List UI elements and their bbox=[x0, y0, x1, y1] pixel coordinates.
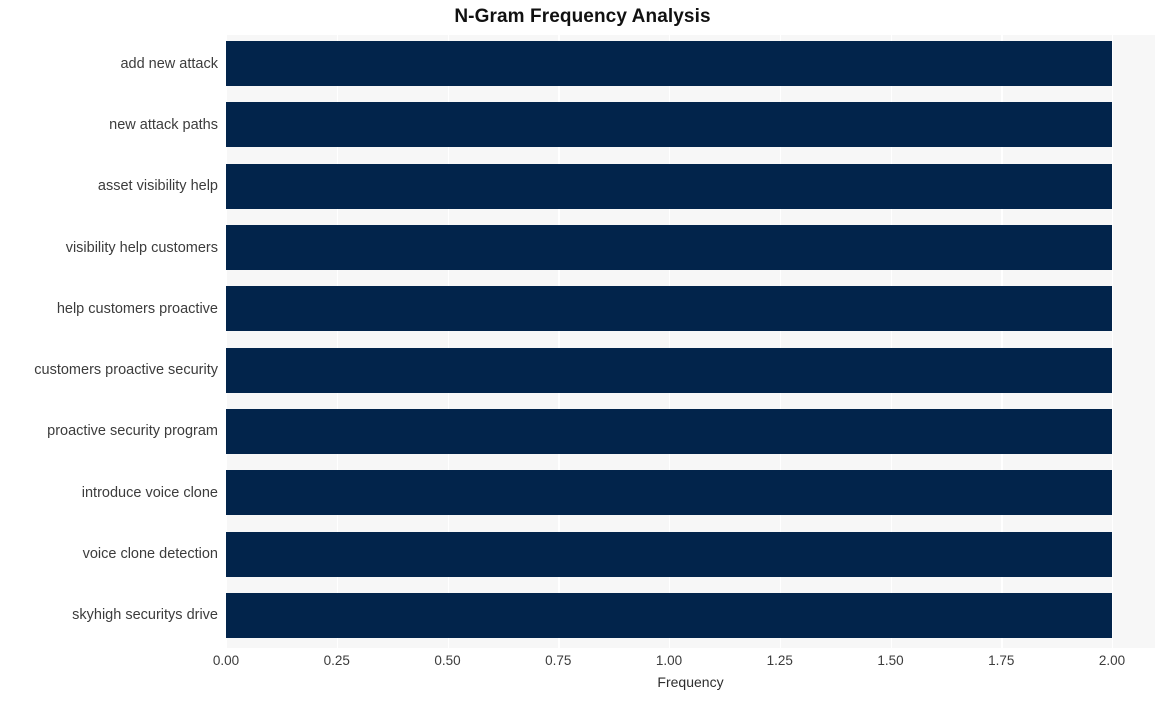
bar bbox=[226, 286, 1112, 332]
x-axis-tick-label: 2.00 bbox=[1098, 653, 1126, 668]
x-axis-tick-label: 0.25 bbox=[323, 653, 350, 668]
bar bbox=[226, 163, 1112, 209]
y-axis-tick-label: help customers proactive bbox=[56, 300, 218, 317]
bars-layer bbox=[226, 35, 1155, 648]
bar bbox=[226, 531, 1112, 577]
bar bbox=[226, 41, 1112, 87]
plot-area bbox=[226, 35, 1155, 648]
y-axis-tick-label: customers proactive security bbox=[34, 362, 218, 379]
bar bbox=[226, 347, 1112, 393]
x-axis-tick-label: 1.25 bbox=[766, 653, 793, 668]
bar bbox=[226, 592, 1112, 638]
x-axis-tick-label: 0.75 bbox=[545, 653, 572, 668]
y-axis-tick-label: skyhigh securitys drive bbox=[72, 607, 218, 624]
bar bbox=[226, 102, 1112, 148]
x-axis-tick-label: 1.00 bbox=[655, 653, 683, 668]
y-axis-tick-label: introduce voice clone bbox=[81, 484, 218, 501]
x-axis-tick-labels: 0.00 0.25 0.50 0.75 1.00 1.25 1.50 1.75 2.00 bbox=[0, 653, 1165, 675]
x-axis-tick-label: 1.75 bbox=[988, 653, 1015, 668]
bar bbox=[226, 408, 1112, 454]
y-axis-tick-label: proactive security program bbox=[47, 423, 218, 440]
y-axis-tick-label: add new attack bbox=[120, 55, 218, 72]
y-axis-tick-labels: add new attack new attack paths asset visi… bbox=[0, 35, 218, 648]
bar bbox=[226, 470, 1112, 516]
x-axis-tick-label: 0.00 bbox=[212, 653, 240, 668]
x-axis-tick-label: 0.50 bbox=[434, 653, 461, 668]
x-axis-title: Frequency bbox=[657, 674, 724, 690]
chart-figure: N-Gram Frequency Analysis add new attack… bbox=[0, 0, 1165, 701]
bar bbox=[226, 225, 1112, 271]
y-axis-tick-label: voice clone detection bbox=[82, 546, 218, 563]
y-axis-tick-label: new attack paths bbox=[109, 116, 218, 133]
y-axis-tick-label: asset visibility help bbox=[97, 178, 218, 195]
x-axis-tick-label: 1.50 bbox=[877, 653, 904, 668]
chart-title: N-Gram Frequency Analysis bbox=[454, 6, 711, 27]
y-axis-tick-label: visibility help customers bbox=[65, 239, 218, 256]
